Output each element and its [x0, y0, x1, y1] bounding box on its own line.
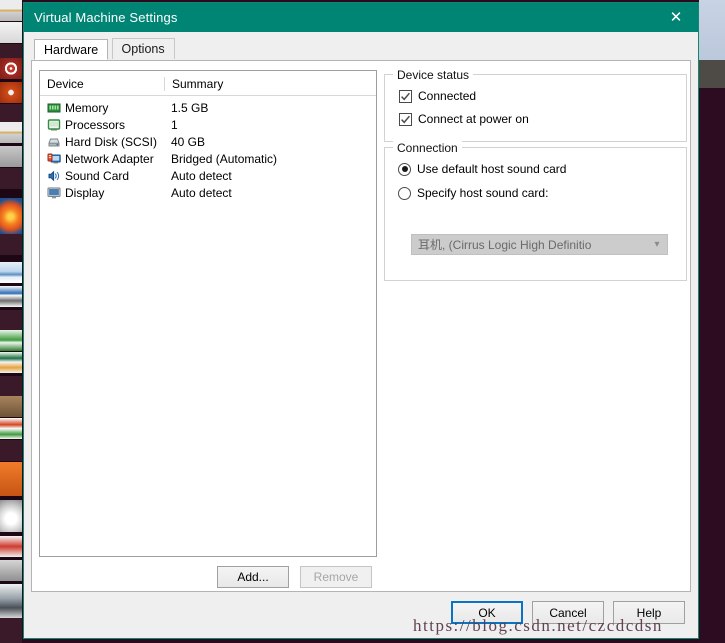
dialog-footer: OK Cancel Help [24, 592, 698, 638]
table-row[interactable]: Sound Card Auto detect [40, 167, 376, 184]
dock-icon-slide[interactable] [0, 0, 22, 21]
network-adapter-icon [47, 153, 61, 163]
dock-icon-box[interactable] [0, 146, 22, 167]
add-button[interactable]: Add... [217, 566, 289, 588]
device-summary-cell: Bridged (Automatic) [171, 151, 278, 166]
table-row[interactable]: Processors 1 [40, 116, 376, 133]
sound-card-icon [48, 170, 60, 181]
dock-icon-gray[interactable] [0, 560, 22, 581]
desktop-region-mid-right [699, 60, 725, 88]
table-row[interactable]: Display Auto detect [40, 184, 376, 201]
checkbox-checked-icon[interactable] [399, 112, 412, 126]
table-row[interactable]: Hard Disk (SCSI) 40 GB [40, 133, 376, 150]
device-name-cell: Hard Disk (SCSI) [40, 135, 164, 149]
device-label: Hard Disk (SCSI) [65, 134, 158, 149]
device-summary-cell: 40 GB [171, 134, 206, 149]
dock-icon-slide-2[interactable] [0, 122, 22, 143]
device-list[interactable]: Device Summary Memory 1.5 GB Processors … [39, 70, 377, 557]
device-name-cell: Processors [40, 118, 164, 132]
device-label: Memory [65, 100, 109, 115]
memory-icon [47, 103, 61, 112]
tab-hardware[interactable]: Hardware [34, 39, 109, 60]
column-header-device: Device [47, 77, 84, 91]
device-summary-cell: Auto detect [171, 185, 232, 200]
device-status-group: Device status Connected Connect at power… [384, 68, 687, 142]
close-icon[interactable]: ✕ [654, 3, 698, 32]
device-name-cell: Display [40, 186, 164, 200]
tab-options[interactable]: Options [111, 38, 175, 59]
window-title: Virtual Machine Settings [34, 10, 178, 25]
device-list-rows: Memory 1.5 GB Processors 1 Hard Disk (SC… [40, 96, 376, 201]
hardware-tab-panel: Device Summary Memory 1.5 GB Processors … [31, 60, 691, 592]
column-header-summary: Summary [164, 77, 376, 91]
connected-checkbox-row[interactable]: Connected [399, 89, 476, 103]
device-summary-cell: Auto detect [171, 168, 232, 183]
dock-icon-brown[interactable] [0, 396, 22, 417]
dock-icon-ppt[interactable] [0, 418, 22, 439]
dock-icon-spacer-3 [0, 168, 22, 189]
dock-icon-picture[interactable] [0, 262, 22, 283]
dock-icon-ubuntu[interactable] [0, 82, 22, 103]
dock-icon-target[interactable] [0, 58, 22, 79]
dock-icon-text-doc[interactable] [0, 22, 22, 43]
host-sound-card-dropdown: 耳机, (Cirrus Logic High Definitio ▾ [411, 234, 668, 255]
device-action-buttons: Add... Remove [217, 566, 372, 588]
table-row[interactable]: Network Adapter Bridged (Automatic) [40, 150, 376, 167]
device-label: Display [65, 185, 105, 200]
dock-icon-orange[interactable] [0, 462, 22, 496]
tab-strip: Hardware Options [24, 32, 698, 60]
use-default-host-sound-card-radio-row[interactable]: Use default host sound card [398, 162, 566, 176]
dock-icon-spacer-6 [0, 376, 22, 397]
device-summary-cell: 1 [171, 117, 178, 132]
radio-unselected-icon[interactable] [398, 186, 411, 200]
dock-icon-spacer-5 [0, 310, 22, 331]
desktop-region-top-right [699, 0, 725, 60]
dock-icon-lines[interactable] [0, 286, 22, 307]
device-name-cell: Memory [40, 101, 164, 115]
device-label: Processors [65, 117, 126, 132]
device-status-legend: Device status [393, 68, 474, 82]
dock-icon-cup[interactable] [0, 500, 22, 532]
device-name-cell: Network Adapter [40, 152, 164, 166]
virtual-machine-settings-window: Virtual Machine Settings ✕ Hardware Opti… [23, 2, 699, 639]
ok-button[interactable]: OK [451, 601, 523, 624]
table-row[interactable]: Memory 1.5 GB [40, 99, 376, 116]
dialog-buttons: OK Cancel Help [451, 601, 685, 624]
device-name-cell: Sound Card [40, 169, 164, 183]
dock-icon-spacer-7 [0, 440, 22, 461]
checkbox-checked-icon[interactable] [399, 89, 412, 103]
dock-icon-spacer-4 [0, 234, 22, 255]
radio-selected-icon[interactable] [398, 162, 411, 176]
window-titlebar: Virtual Machine Settings ✕ [24, 3, 698, 32]
hard-disk-icon [48, 138, 60, 146]
dock-icon-green-doc[interactable] [0, 330, 22, 351]
dock-icon-car[interactable] [0, 584, 22, 618]
dock-icon-excel[interactable] [0, 352, 22, 373]
specify-host-sound-card-radio-row[interactable]: Specify host sound card: [398, 186, 548, 200]
dock-icon-red[interactable] [0, 536, 22, 557]
use-default-host-sound-card-label: Use default host sound card [417, 162, 567, 176]
processor-icon [47, 118, 61, 130]
device-label: Sound Card [65, 168, 130, 183]
device-label: Network Adapter [65, 151, 154, 166]
help-button[interactable]: Help [613, 601, 685, 624]
dock-icon-firefox[interactable] [0, 198, 22, 234]
dock-icon-spacer-8 [0, 618, 22, 643]
desktop-dock[interactable] [0, 0, 22, 643]
specify-host-sound-card-label: Specify host sound card: [417, 186, 549, 200]
device-summary-cell: 1.5 GB [171, 100, 209, 115]
connection-group: Connection Use default host sound card S… [384, 141, 687, 281]
connect-at-power-on-checkbox-row[interactable]: Connect at power on [399, 112, 529, 126]
chevron-down-icon: ▾ [654, 239, 660, 250]
connect-at-power-on-label: Connect at power on [418, 112, 529, 126]
device-list-header: Device Summary [40, 71, 376, 96]
host-sound-card-value: 耳机, (Cirrus Logic High Definitio [418, 238, 592, 252]
cancel-button[interactable]: Cancel [532, 601, 604, 624]
connected-label: Connected [418, 89, 477, 103]
connection-legend: Connection [393, 141, 462, 155]
display-icon [47, 187, 61, 198]
desktop-region-lower-right [699, 88, 725, 643]
remove-button: Remove [300, 566, 372, 588]
